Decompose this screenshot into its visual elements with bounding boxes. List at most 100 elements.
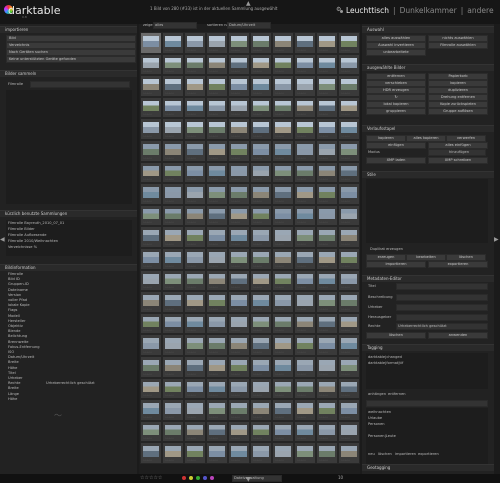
- thumbnail[interactable]: ☆☆☆☆☆: [228, 161, 250, 184]
- thumbnail[interactable]: ☆☆☆☆☆: [206, 75, 228, 97]
- thumbs-per-row-count[interactable]: 10: [338, 475, 343, 480]
- thumbnail[interactable]: ☆☆☆☆☆: [140, 32, 162, 54]
- thumbnail-stars[interactable]: ☆☆☆☆☆: [187, 114, 196, 116]
- thumbnail[interactable]: ☆☆☆☆☆: [140, 334, 162, 356]
- thumbnail-stars[interactable]: ☆☆☆☆☆: [209, 352, 218, 354]
- thumbnail[interactable]: ☆☆☆☆☆: [162, 139, 184, 162]
- thumbnail[interactable]: ☆☆☆☆☆: [162, 399, 184, 421]
- thumbnail-stars[interactable]: ☆☆☆☆☆: [319, 244, 328, 246]
- thumbnail-stars[interactable]: ☆☆☆☆☆: [231, 179, 240, 181]
- thumbnail-stars[interactable]: ☆☆☆☆☆: [253, 395, 262, 397]
- thumbnail-stars[interactable]: ☆☆☆☆☆: [231, 330, 240, 332]
- thumbnail-stars[interactable]: ☆☆☆☆☆: [209, 50, 218, 52]
- thumbnail-stars[interactable]: ☆☆☆☆☆: [275, 395, 284, 397]
- image-info-header[interactable]: Bildinformation: [0, 264, 137, 271]
- meta-title-input[interactable]: [396, 283, 488, 290]
- collapse-right-arrow-icon[interactable]: ▶: [494, 236, 499, 243]
- thumbnail[interactable]: ☆☆☆☆☆: [184, 312, 206, 335]
- style-delete-button[interactable]: löschen: [446, 254, 486, 261]
- thumbnail[interactable]: ☆☆☆☆☆: [206, 420, 228, 443]
- thumbnail[interactable]: ☆☆☆☆☆: [338, 161, 360, 184]
- thumbnail[interactable]: ☆☆☆☆☆: [250, 399, 272, 421]
- thumbnail[interactable]: ☆☆☆☆☆: [140, 377, 162, 400]
- thumbnail-stars[interactable]: ☆☆☆☆☆: [319, 93, 328, 95]
- thumbnail-stars[interactable]: ☆☆☆☆☆: [253, 158, 262, 160]
- duplicate-label[interactable]: Duplikat erzeugen: [370, 247, 403, 251]
- thumbnail-stars[interactable]: ☆☆☆☆☆: [253, 309, 262, 311]
- thumbnail-stars[interactable]: ☆☆☆☆☆: [319, 136, 328, 138]
- thumbnail-stars[interactable]: ☆☆☆☆☆: [275, 179, 284, 181]
- thumbnail-stars[interactable]: ☆☆☆☆☆: [253, 374, 262, 376]
- thumbnail[interactable]: ☆☆☆☆☆: [228, 226, 250, 248]
- thumbnail-stars[interactable]: ☆☆☆☆☆: [165, 158, 174, 160]
- collapse-bottom-arrow-icon[interactable]: ▼: [246, 476, 251, 483]
- select-untouched-button[interactable]: unbearbeitete: [366, 49, 426, 56]
- thumbnail-stars[interactable]: ☆☆☆☆☆: [275, 136, 284, 138]
- thumbnail[interactable]: ☆☆☆☆☆: [162, 226, 184, 248]
- dictionary-tag[interactable]: Urlaube: [368, 416, 382, 420]
- thumbnail[interactable]: ☆☆☆☆☆: [250, 355, 272, 378]
- tag-export-button[interactable]: exportieren: [418, 452, 439, 456]
- style-edit-button[interactable]: bearbeiten: [406, 254, 446, 261]
- thumbnail[interactable]: ☆☆☆☆☆: [316, 204, 338, 227]
- thumbnail-stars[interactable]: ☆☆☆☆☆: [297, 201, 306, 203]
- thumbnail-stars[interactable]: ☆☆☆☆☆: [143, 222, 152, 224]
- thumbnail-stars[interactable]: ☆☆☆☆☆: [319, 222, 328, 224]
- thumbnail[interactable]: ☆☆☆☆☆: [294, 96, 316, 119]
- thumbnail-stars[interactable]: ☆☆☆☆☆: [209, 179, 218, 181]
- thumbnail[interactable]: ☆☆☆☆☆: [162, 442, 184, 464]
- thumbnail[interactable]: ☆☆☆☆☆: [184, 247, 206, 270]
- thumbnail-stars[interactable]: ☆☆☆☆☆: [143, 395, 152, 397]
- thumbnail[interactable]: ☆☆☆☆☆: [162, 355, 184, 378]
- select-filmroll-button[interactable]: Filmrolle auswählen: [428, 42, 488, 49]
- thumbnail-stars[interactable]: ☆☆☆☆☆: [209, 374, 218, 376]
- thumbnail-stars[interactable]: ☆☆☆☆☆: [319, 309, 328, 311]
- thumbnail-stars[interactable]: ☆☆☆☆☆: [165, 352, 174, 354]
- thumbnail-stars[interactable]: ☆☆☆☆☆: [297, 93, 306, 95]
- tagging-header[interactable]: Tagging: [362, 344, 494, 351]
- thumbnail[interactable]: ☆☆☆☆☆: [272, 247, 294, 270]
- thumbnail[interactable]: ☆☆☆☆☆: [140, 355, 162, 378]
- thumbnail[interactable]: ☆☆☆☆☆: [338, 420, 360, 443]
- thumbnail-stars[interactable]: ☆☆☆☆☆: [209, 244, 218, 246]
- history-copy-all-button[interactable]: alles kopieren: [406, 135, 446, 142]
- thumbnail-stars[interactable]: ☆☆☆☆☆: [275, 287, 284, 289]
- thumbnail[interactable]: ☆☆☆☆☆: [206, 139, 228, 162]
- thumbnail[interactable]: ☆☆☆☆☆: [250, 334, 272, 356]
- thumbnail[interactable]: ☆☆☆☆☆: [250, 269, 272, 292]
- thumbnail[interactable]: ☆☆☆☆☆: [228, 32, 250, 54]
- thumbnail-stars[interactable]: ☆☆☆☆☆: [341, 287, 350, 289]
- thumbnail-stars[interactable]: ☆☆☆☆☆: [209, 201, 218, 203]
- thumbnail[interactable]: ☆☆☆☆☆: [294, 32, 316, 54]
- thumbnail-stars[interactable]: ☆☆☆☆☆: [275, 460, 284, 462]
- thumbnail-stars[interactable]: ☆☆☆☆☆: [341, 201, 350, 203]
- thumbnail-stars[interactable]: ☆☆☆☆☆: [253, 244, 262, 246]
- thumbnail-stars[interactable]: ☆☆☆☆☆: [143, 330, 152, 332]
- thumbnail-stars[interactable]: ☆☆☆☆☆: [297, 266, 306, 268]
- thumbnail[interactable]: ☆☆☆☆☆: [316, 139, 338, 162]
- export-format-select[interactable]: Dateiverwaltung: [232, 475, 282, 482]
- thumbnail[interactable]: ☆☆☆☆☆: [294, 75, 316, 97]
- thumbnail[interactable]: ☆☆☆☆☆: [316, 75, 338, 97]
- thumbnail-stars[interactable]: ☆☆☆☆☆: [209, 114, 218, 116]
- collect-list[interactable]: [6, 90, 132, 204]
- thumbnail-stars[interactable]: ☆☆☆☆☆: [319, 352, 328, 354]
- thumbnail[interactable]: ☆☆☆☆☆: [294, 312, 316, 335]
- thumbnail[interactable]: ☆☆☆☆☆: [294, 420, 316, 443]
- thumbnail[interactable]: ☆☆☆☆☆: [294, 399, 316, 421]
- thumbnail-stars[interactable]: ☆☆☆☆☆: [231, 266, 240, 268]
- thumbnail-stars[interactable]: ☆☆☆☆☆: [209, 309, 218, 311]
- selected-action-button[interactable]: entfernen: [366, 73, 426, 80]
- thumbnail[interactable]: ☆☆☆☆☆: [316, 312, 338, 335]
- thumbnail-stars[interactable]: ☆☆☆☆☆: [341, 114, 350, 116]
- selected-action-button[interactable]: HDR erzeugen: [366, 87, 426, 94]
- gear-icon[interactable]: ⚙: [336, 6, 341, 13]
- thumbnail-stars[interactable]: ☆☆☆☆☆: [275, 309, 284, 311]
- thumbnail-stars[interactable]: ☆☆☆☆☆: [231, 50, 240, 52]
- thumbnail-stars[interactable]: ☆☆☆☆☆: [165, 201, 174, 203]
- thumbnail[interactable]: ☆☆☆☆☆: [338, 183, 360, 205]
- thumbnail[interactable]: ☆☆☆☆☆: [250, 420, 272, 443]
- thumbnail-stars[interactable]: ☆☆☆☆☆: [231, 309, 240, 311]
- dictionary-tag[interactable]: weihnachten: [368, 410, 391, 414]
- thumbnail[interactable]: ☆☆☆☆☆: [228, 355, 250, 378]
